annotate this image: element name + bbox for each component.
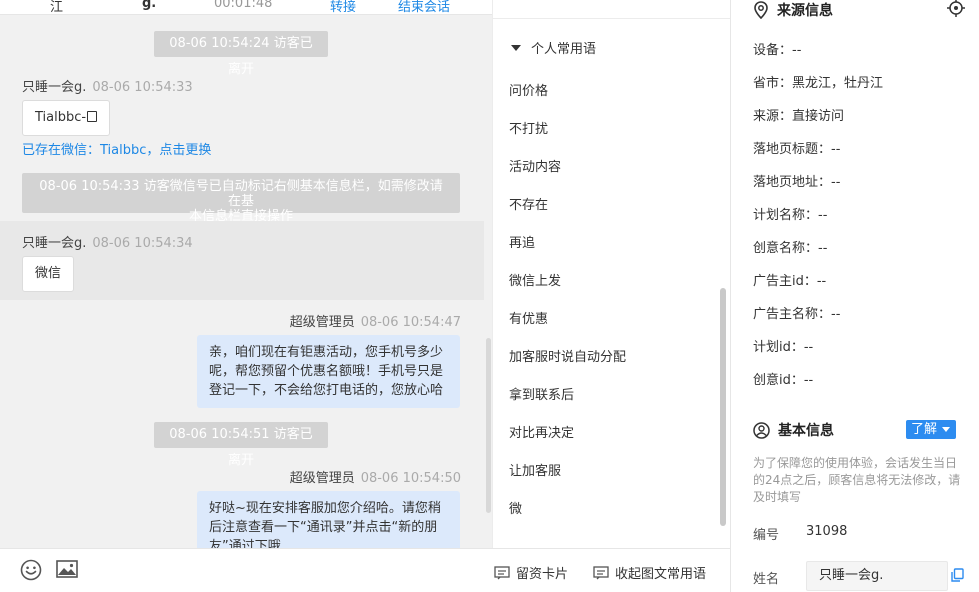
sender-name: 超级管理员 bbox=[289, 315, 355, 330]
edit-deadline-note: 为了保障您的使用体验，会话发生当日 的24点之后，顾客信息将无法修改，请 及时填… bbox=[753, 455, 965, 506]
message-sender: 只睡一会g. 08-06 10:54:33 bbox=[22, 76, 193, 95]
system-message: 08-06 10:54:51 访客已离开 bbox=[154, 422, 328, 468]
advertiser-id: 广告主id：-- bbox=[753, 274, 827, 289]
collapse-phrases-label: 收起图文常用语 bbox=[615, 567, 707, 582]
phrase-item[interactable]: 再追 bbox=[509, 232, 535, 251]
system-message: 08-06 10:54:33 访客微信号已自动标记右侧基本信息栏，如需修改请在基… bbox=[22, 173, 460, 224]
plan-id: 计划id：-- bbox=[753, 340, 814, 355]
source-device: 设备：-- bbox=[753, 43, 802, 58]
message-composer: 留资卡片 收起图文常用语 bbox=[0, 548, 730, 592]
phrase-item[interactable]: 微信上发 bbox=[509, 270, 561, 289]
learn-more-dropdown[interactable]: 了解 bbox=[906, 420, 956, 439]
message-text: 微信 bbox=[35, 266, 62, 281]
message-line: 亲，咱们现在有钜惠活动，您手机号多少 bbox=[209, 345, 444, 360]
phrase-item[interactable]: 有优惠 bbox=[509, 308, 548, 327]
phrase-item[interactable]: 活动内容 bbox=[509, 156, 561, 175]
note-line: 的24点之后，顾客信息将无法修改，请 bbox=[753, 473, 961, 487]
smiley-icon[interactable] bbox=[20, 559, 42, 585]
sender-name: 只睡一会g. bbox=[22, 80, 87, 95]
visitor-region: 江 bbox=[50, 0, 64, 15]
message-time: 08-06 10:54:47 bbox=[360, 315, 461, 330]
phrase-group-header[interactable]: 个人常用语 bbox=[511, 38, 596, 57]
message-line: 登记一下，不会给您打电话的，您放心哈 bbox=[209, 383, 444, 398]
phrase-item[interactable]: 加客服时说自动分配 bbox=[509, 346, 626, 365]
message-time: 08-06 10:54:33 bbox=[92, 80, 193, 95]
sender-name: 超级管理员 bbox=[289, 471, 355, 486]
basic-info-title: 基本信息 bbox=[778, 423, 834, 439]
message-line: 后注意查看一下“通讯录”并点击“新的朋 bbox=[209, 520, 438, 535]
message-time: 08-06 10:54:50 bbox=[360, 471, 461, 486]
agent-message-bubble[interactable]: 好哒~现在安排客服加您介绍哈。请您稍 后注意查看一下“通讯录”并点击“新的朋 友… bbox=[197, 491, 460, 551]
copy-icon[interactable] bbox=[87, 111, 98, 122]
id-label: 编号 bbox=[753, 528, 780, 543]
message-text: Tialbbc- bbox=[35, 110, 87, 125]
message-sender: 超级管理员 08-06 10:54:47 bbox=[290, 311, 461, 330]
locate-icon[interactable] bbox=[947, 0, 965, 21]
system-message-line: 08-06 10:54:33 访客微信号已自动标记右侧基本信息栏，如需修改请在基 bbox=[39, 179, 443, 209]
source-info-title: 来源信息 bbox=[777, 3, 833, 19]
name-label: 姓名 bbox=[753, 572, 780, 587]
creative-id: 创意id：-- bbox=[753, 373, 814, 388]
lead-card-label: 留资卡片 bbox=[516, 567, 569, 582]
phrase-item[interactable]: 对比再决定 bbox=[509, 422, 574, 441]
chat-scrollbar[interactable] bbox=[486, 338, 491, 513]
user-circle-icon bbox=[753, 421, 770, 439]
advertiser-name: 广告主名称：-- bbox=[753, 307, 841, 322]
phrase-item[interactable]: 不存在 bbox=[509, 194, 548, 213]
caret-down-icon bbox=[942, 427, 950, 432]
phrase-item[interactable]: 问价格 bbox=[509, 80, 548, 99]
transfer-button[interactable]: 转接 bbox=[330, 0, 356, 15]
message-line: 呢，帮您预留个优惠名额哦！手机号只是 bbox=[209, 364, 444, 379]
source-channel: 来源：直接访问 bbox=[753, 109, 845, 124]
lead-card-button[interactable]: 留资卡片 bbox=[494, 563, 568, 582]
plan-name: 计划名称：-- bbox=[753, 208, 828, 223]
phrase-item[interactable]: 微 bbox=[509, 498, 522, 517]
basic-info-header: 基本信息 bbox=[753, 420, 834, 440]
visitor-message-bubble[interactable]: Tialbbc- bbox=[22, 100, 111, 136]
message-sender: 超级管理员 08-06 10:54:50 bbox=[290, 467, 461, 486]
landing-page-url: 落地页地址：-- bbox=[753, 175, 841, 190]
phrase-item[interactable]: 让加客服 bbox=[509, 460, 561, 479]
copy-icon[interactable] bbox=[951, 568, 964, 586]
divider bbox=[493, 18, 731, 19]
note-line: 为了保障您的使用体验，会话发生当日 bbox=[753, 456, 958, 470]
app-root: 江 g. 00:01:48 转接 结束会话 08-06 10:54:24 访客已… bbox=[0, 0, 979, 592]
name-field[interactable]: 只睡一会g. bbox=[806, 561, 948, 591]
sender-name: 只睡一会g. bbox=[22, 236, 87, 251]
session-header: 江 g. 00:01:48 转接 结束会话 bbox=[0, 0, 492, 15]
visitor-info-panel: 来源信息 设备：-- 省市：黑龙江，牡丹江 来源：直接访问 落地页标题：-- 落… bbox=[730, 0, 979, 592]
caret-down-icon bbox=[511, 44, 521, 51]
message-line: 好哒~现在安排客服加您介绍哈。请您稍 bbox=[209, 501, 441, 516]
agent-message-bubble[interactable]: 亲，咱们现在有钜惠活动，您手机号多少 呢，帮您预留个优惠名额哦！手机号只是 登记… bbox=[197, 335, 460, 408]
session-duration: 00:01:48 bbox=[214, 0, 273, 11]
message-sender: 只睡一会g. 08-06 10:54:34 bbox=[22, 232, 193, 251]
phrase-item[interactable]: 拿到联系后 bbox=[509, 384, 574, 403]
phrase-item[interactable]: 不打扰 bbox=[509, 118, 548, 137]
phrases-scrollbar[interactable] bbox=[720, 288, 726, 526]
creative-name: 创意名称：-- bbox=[753, 241, 828, 256]
visitor-name: g. bbox=[142, 0, 157, 11]
visitor-message-bubble[interactable]: 微信 bbox=[22, 256, 75, 292]
source-info-header: 来源信息 bbox=[753, 0, 833, 20]
learn-more-label: 了解 bbox=[911, 422, 938, 437]
note-line: 及时填写 bbox=[753, 490, 802, 504]
source-province: 省市：黑龙江，牡丹江 bbox=[753, 76, 884, 91]
phrase-group-title: 个人常用语 bbox=[531, 42, 597, 57]
end-session-button[interactable]: 结束会话 bbox=[398, 0, 450, 15]
collapse-phrases-button[interactable]: 收起图文常用语 bbox=[593, 563, 706, 582]
message-time: 08-06 10:54:34 bbox=[92, 236, 193, 251]
id-value: 31098 bbox=[806, 524, 848, 539]
common-phrases-panel: 个人常用语 问价格 不打扰 活动内容 不存在 再追 微信上发 有优惠 加客服时说… bbox=[492, 0, 731, 548]
existing-wechat-link[interactable]: 已存在微信：Tialbbc，点击更换 bbox=[22, 139, 211, 158]
image-icon[interactable] bbox=[56, 559, 78, 583]
chat-panel: 江 g. 00:01:48 转接 结束会话 08-06 10:54:24 访客已… bbox=[0, 0, 492, 592]
landing-page-title: 落地页标题：-- bbox=[753, 142, 841, 157]
message-card-icon bbox=[593, 565, 609, 579]
location-pin-icon bbox=[754, 1, 768, 19]
message-card-icon bbox=[494, 565, 510, 579]
system-message: 08-06 10:54:24 访客已离开 bbox=[154, 31, 328, 77]
